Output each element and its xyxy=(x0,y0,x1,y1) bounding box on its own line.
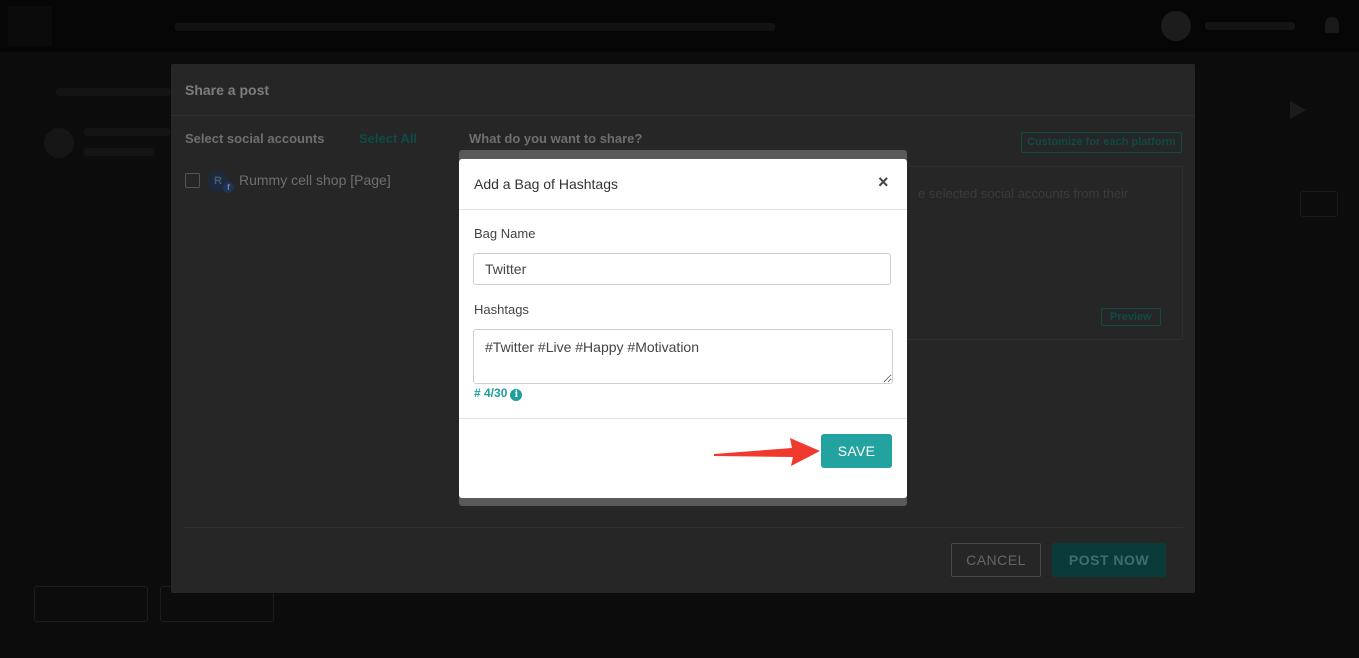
bag-name-label: Bag Name xyxy=(474,226,536,241)
save-button[interactable]: SAVE xyxy=(821,434,892,468)
app-logo xyxy=(8,6,52,46)
post-now-button[interactable]: POST NOW xyxy=(1052,543,1166,577)
hashtags-label: Hashtags xyxy=(474,302,529,317)
user-menu-dimmed xyxy=(1205,19,1295,33)
hashtag-counter: # 4/30 i xyxy=(474,386,523,401)
customize-platform-button[interactable]: Customize for each platform xyxy=(1021,132,1182,153)
preview-button[interactable]: Preview xyxy=(1101,308,1161,326)
account-name[interactable]: Rummy cell shop [Page] xyxy=(239,172,391,188)
hashtag-count-text: # 4/30 xyxy=(474,386,508,400)
background-text-placeholder xyxy=(84,148,154,156)
background-avatar xyxy=(44,128,74,158)
post-content-hint: e selected social accounts from their xyxy=(918,186,1129,201)
menu-icon xyxy=(1300,191,1338,217)
info-icon[interactable]: i xyxy=(510,389,523,401)
annotation-arrow-shape xyxy=(714,438,820,466)
facebook-icon: f xyxy=(223,182,234,193)
divider xyxy=(459,418,907,419)
bag-name-input[interactable] xyxy=(473,253,891,285)
account-checkbox[interactable] xyxy=(185,173,200,188)
what-to-share-label: What do you want to share? xyxy=(469,131,643,146)
divider xyxy=(171,115,1195,116)
annotation-arrow-icon xyxy=(714,438,820,466)
close-icon[interactable]: × xyxy=(878,172,889,193)
divider xyxy=(183,527,1183,528)
share-post-title: Share a post xyxy=(185,82,270,98)
background-text-placeholder xyxy=(84,128,170,136)
add-hashtag-bag-dialog: Add a Bag of Hashtags × Bag Name Hashtag… xyxy=(459,159,907,498)
divider xyxy=(459,209,907,210)
user-avatar xyxy=(1161,11,1191,41)
nav-menu-dimmed xyxy=(175,19,775,34)
notification-bell-icon xyxy=(1325,17,1339,33)
background-button xyxy=(34,586,148,622)
hashtags-textarea[interactable]: #Twitter #Live #Happy #Motivation xyxy=(473,329,893,384)
select-accounts-label: Select social accounts xyxy=(185,131,325,146)
top-navigation-bar xyxy=(0,0,1359,52)
background-heading-placeholder xyxy=(56,88,171,96)
select-all-link[interactable]: Select All xyxy=(359,131,417,146)
send-icon xyxy=(1290,101,1306,119)
cancel-button[interactable]: CANCEL xyxy=(951,543,1041,577)
dialog-title: Add a Bag of Hashtags xyxy=(474,176,618,192)
